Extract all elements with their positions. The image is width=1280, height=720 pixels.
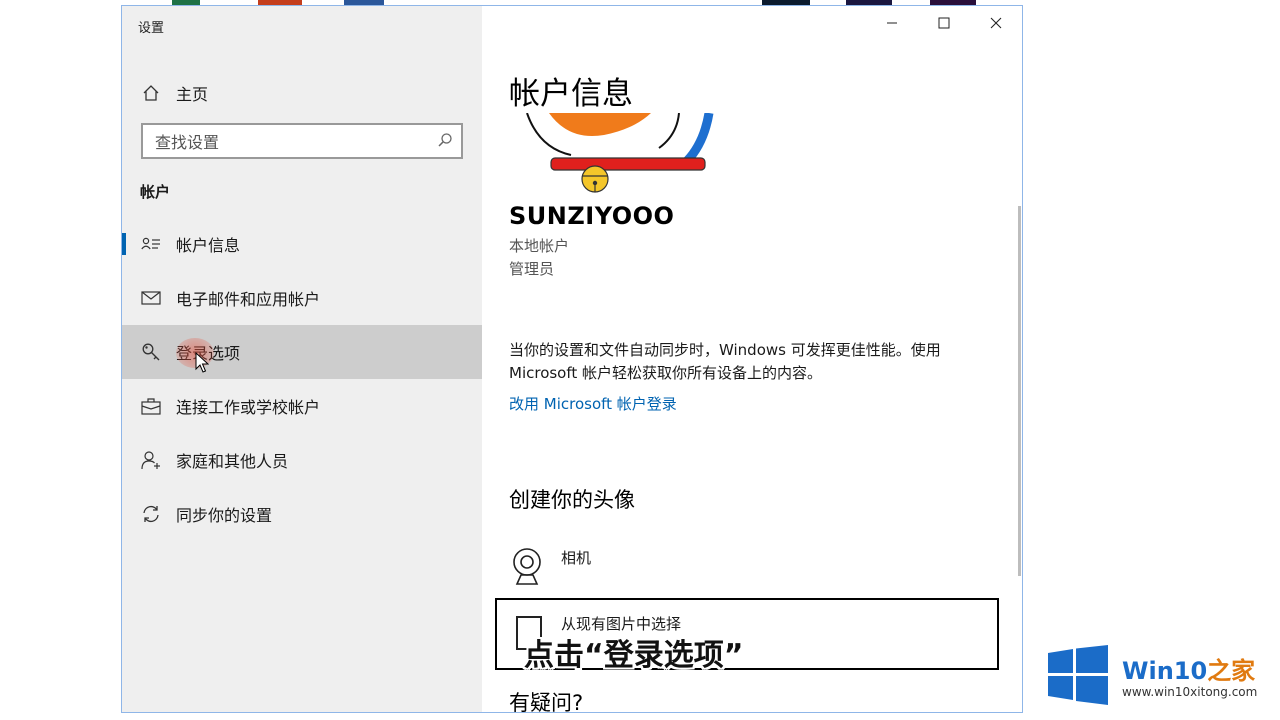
sidebar-item-label: 同步你的设置 bbox=[176, 506, 273, 525]
search-input[interactable] bbox=[153, 130, 427, 154]
main-content: 帐户信息 SUNZIYOOO 本地帐户 管理员 当你的设置和文件自动同步时，Wi… bbox=[482, 6, 1022, 712]
sync-icon bbox=[140, 503, 162, 525]
cursor-icon bbox=[195, 351, 210, 378]
sidebar-item-account-info[interactable]: 帐户信息 bbox=[122, 217, 482, 271]
sidebar-item-label: 家庭和其他人员 bbox=[176, 452, 289, 471]
briefcase-icon bbox=[140, 395, 162, 417]
windows-logo-icon bbox=[1046, 645, 1110, 709]
camera-option[interactable]: 相机 bbox=[509, 544, 969, 588]
video-caption: 点击“登录选项” bbox=[524, 638, 744, 673]
sidebar-item-sync[interactable]: 同步你的设置 bbox=[122, 487, 482, 541]
settings-window: 设置 主页 帐户 帐户信息 电子邮件和应用帐户 bbox=[121, 5, 1023, 713]
scrollbar[interactable] bbox=[1018, 206, 1021, 576]
sidebar-item-work-school[interactable]: 连接工作或学校帐户 bbox=[122, 379, 482, 433]
camera-icon bbox=[509, 546, 545, 590]
page-title: 帐户信息 bbox=[509, 76, 633, 112]
window-title: 设置 bbox=[138, 21, 165, 36]
sidebar-item-label: 帐户信息 bbox=[176, 236, 241, 255]
sync-description: 当你的设置和文件自动同步时，Windows 可发挥更佳性能。使用 Microso… bbox=[509, 341, 941, 382]
sidebar-item-email-accounts[interactable]: 电子邮件和应用帐户 bbox=[122, 271, 482, 325]
search-icon[interactable] bbox=[437, 132, 453, 152]
sidebar-item-family[interactable]: 家庭和其他人员 bbox=[122, 433, 482, 487]
avatar-section-heading: 创建你的头像 bbox=[509, 488, 635, 512]
question-heading: 有疑问? bbox=[509, 691, 584, 713]
search-box[interactable] bbox=[141, 123, 463, 159]
account-info-icon bbox=[140, 233, 162, 255]
watermark-title-win: Win10 bbox=[1122, 657, 1208, 685]
sidebar-item-label: 主页 bbox=[176, 85, 209, 104]
close-button[interactable] bbox=[970, 6, 1022, 40]
sidebar-item-label: 电子邮件和应用帐户 bbox=[176, 290, 321, 309]
avatar[interactable] bbox=[509, 112, 729, 198]
microsoft-account-link[interactable]: 改用 Microsoft 帐户登录 bbox=[509, 393, 677, 414]
home-icon bbox=[140, 82, 162, 104]
sidebar-item-label: 连接工作或学校帐户 bbox=[176, 398, 321, 417]
person-add-icon bbox=[140, 449, 162, 471]
watermark-title-zh: 之家 bbox=[1207, 657, 1256, 685]
watermark: Win10之家 www.win10xitong.com bbox=[1046, 645, 1272, 707]
mail-icon bbox=[140, 287, 162, 309]
camera-label: 相机 bbox=[561, 549, 592, 567]
group-heading: 帐户 bbox=[140, 183, 171, 201]
maximize-button[interactable] bbox=[918, 6, 970, 40]
watermark-url: www.win10xitong.com bbox=[1122, 685, 1258, 699]
window-controls bbox=[866, 6, 1022, 40]
sidebar: 设置 主页 帐户 帐户信息 电子邮件和应用帐户 bbox=[122, 6, 482, 712]
account-type: 本地帐户 bbox=[509, 237, 570, 255]
key-icon bbox=[140, 341, 162, 363]
sidebar-item-home[interactable]: 主页 bbox=[122, 66, 482, 120]
username: SUNZIYOOO bbox=[509, 202, 675, 230]
watermark-title: Win10之家 bbox=[1122, 651, 1255, 686]
minimize-button[interactable] bbox=[866, 6, 918, 40]
account-role: 管理员 bbox=[509, 260, 555, 278]
